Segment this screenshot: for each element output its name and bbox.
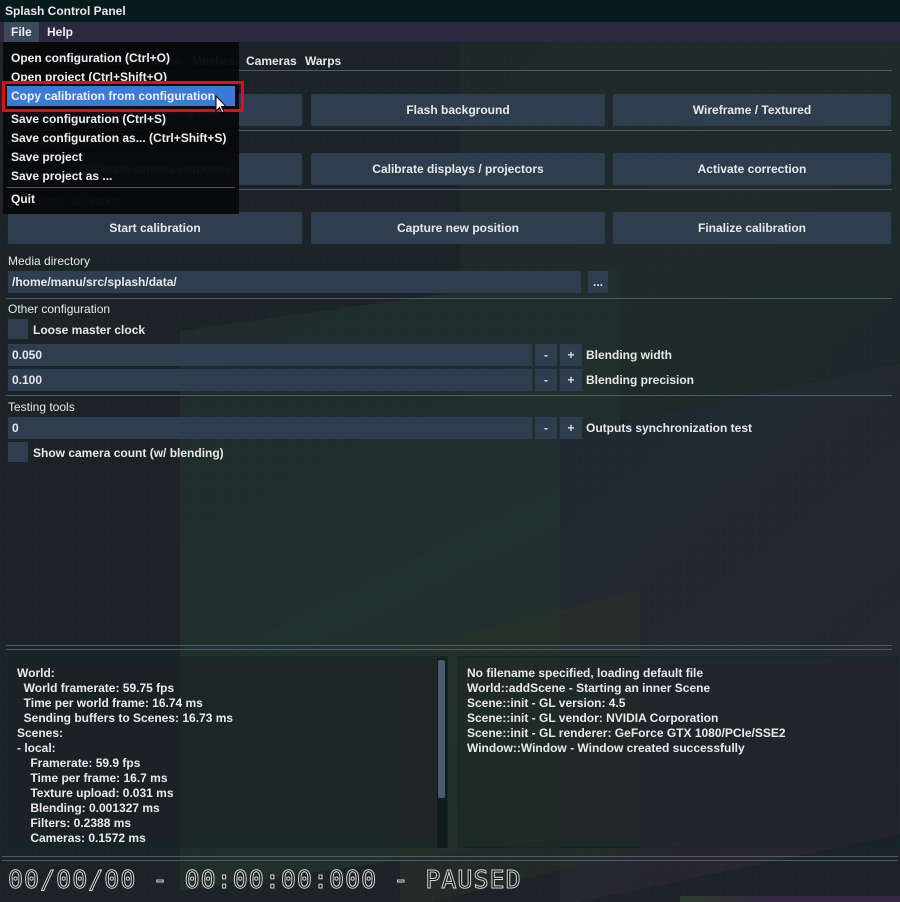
menu-bar: File Help	[0, 22, 900, 42]
browse-button[interactable]: ...	[588, 271, 608, 293]
stats-line: World:	[17, 666, 55, 680]
sync-test-increment[interactable]: +	[560, 417, 582, 439]
section-testing-tools: Testing tools	[8, 400, 75, 414]
capture-new-position-button[interactable]: Capture new position	[311, 212, 605, 244]
log-line: Window::Window - Window created successf…	[467, 741, 745, 755]
menu-separator	[7, 187, 235, 188]
log-line: World::addScene - Starting an inner Scen…	[467, 681, 711, 695]
scrollbar-thumb[interactable]	[438, 660, 445, 798]
blending-precision-input[interactable]: 0.100	[8, 369, 532, 391]
show-camera-count-checkbox[interactable]	[8, 442, 28, 462]
blending-precision-increment[interactable]: +	[560, 369, 582, 391]
calibrate-displays-button[interactable]: Calibrate displays / projectors	[311, 153, 605, 185]
flash-background-button[interactable]: Flash background	[311, 94, 605, 126]
activate-correction-button[interactable]: Activate correction	[613, 153, 891, 185]
blending-precision-decrement[interactable]: -	[535, 369, 557, 391]
menu-save-configuration-as[interactable]: Save configuration as... (Ctrl+Shift+S)	[11, 131, 226, 145]
stats-line: Cameras: 0.1572 ms	[17, 831, 146, 845]
blending-width-increment[interactable]: +	[560, 344, 582, 366]
blending-width-input[interactable]: 0.050	[8, 344, 532, 366]
stats-line: Scenes:	[17, 726, 64, 740]
media-directory-input[interactable]: /home/manu/src/splash/data/	[8, 271, 581, 293]
menu-help[interactable]: Help	[40, 22, 80, 42]
stats-line: Time per frame: 16.7 ms	[17, 771, 168, 785]
loose-master-clock-label: Loose master clock	[33, 323, 146, 337]
stats-line: Filters: 0.2388 ms	[17, 816, 132, 830]
show-camera-count-label: Show camera count (w/ blending)	[33, 446, 224, 460]
log-panel: No filename specified, loading default f…	[458, 656, 898, 848]
menu-open-configuration[interactable]: Open configuration (Ctrl+O)	[11, 51, 170, 65]
wireframe-textured-button[interactable]: Wireframe / Textured	[613, 94, 891, 126]
section-other-configuration: Other configuration	[8, 302, 111, 316]
divider	[6, 645, 892, 646]
log-line: Scene::init - GL version: 4.5	[467, 696, 626, 710]
section-media-directory: Media directory	[8, 254, 91, 268]
sync-test-decrement[interactable]: -	[535, 417, 557, 439]
divider	[6, 395, 892, 396]
tab-warps[interactable]: Warps	[302, 52, 344, 70]
menu-save-configuration[interactable]: Save configuration (Ctrl+S)	[11, 112, 166, 126]
title-bar: Splash Control Panel	[0, 0, 900, 22]
stats-line: World framerate: 59.75 fps	[17, 681, 175, 695]
stats-line: Texture upload: 0.031 ms	[17, 786, 174, 800]
timecode-display: 00/00/00 - 00:00:00:000 - PAUSED	[8, 865, 522, 895]
stats-line: Framerate: 59.9 fps	[17, 756, 141, 770]
menu-save-project[interactable]: Save project	[11, 150, 82, 164]
divider	[2, 856, 898, 857]
log-line: Scene::init - GL renderer: GeForce GTX 1…	[467, 726, 786, 740]
stats-line: Sending buffers to Scenes: 16.73 ms	[17, 711, 234, 725]
tab-cameras[interactable]: Cameras	[243, 52, 300, 70]
mouse-cursor-icon	[215, 95, 228, 114]
stats-line: Time per world frame: 16.74 ms	[17, 696, 203, 710]
blending-width-label: Blending width	[586, 348, 672, 362]
log-line: Scene::init - GL vendor: NVIDIA Corporat…	[467, 711, 719, 725]
stats-line: Blending: 0.001327 ms	[17, 801, 160, 815]
stats-panel: World: World framerate: 59.75 fps Time p…	[8, 656, 448, 848]
loose-master-clock-checkbox[interactable]	[8, 319, 28, 339]
finalize-calibration-button[interactable]: Finalize calibration	[613, 212, 891, 244]
start-calibration-button[interactable]: Start calibration	[8, 212, 302, 244]
sync-test-label: Outputs synchronization test	[586, 421, 753, 435]
blending-precision-label: Blending precision	[586, 373, 695, 387]
divider	[6, 649, 892, 650]
menu-quit[interactable]: Quit	[11, 192, 35, 206]
divider	[2, 860, 898, 861]
file-menu-dropdown: Open configuration (Ctrl+O) Open project…	[3, 42, 239, 214]
stats-line: - local:	[17, 741, 56, 755]
annotation-highlight-box	[2, 81, 244, 112]
stats-scrollbar[interactable]	[437, 658, 447, 848]
log-line: No filename specified, loading default f…	[467, 666, 704, 680]
divider	[6, 298, 892, 299]
menu-file[interactable]: File	[4, 22, 39, 42]
blending-width-decrement[interactable]: -	[535, 344, 557, 366]
window-title: Splash Control Panel	[5, 4, 126, 18]
sync-test-input[interactable]: 0	[8, 417, 532, 439]
menu-save-project-as[interactable]: Save project as ...	[11, 169, 112, 183]
